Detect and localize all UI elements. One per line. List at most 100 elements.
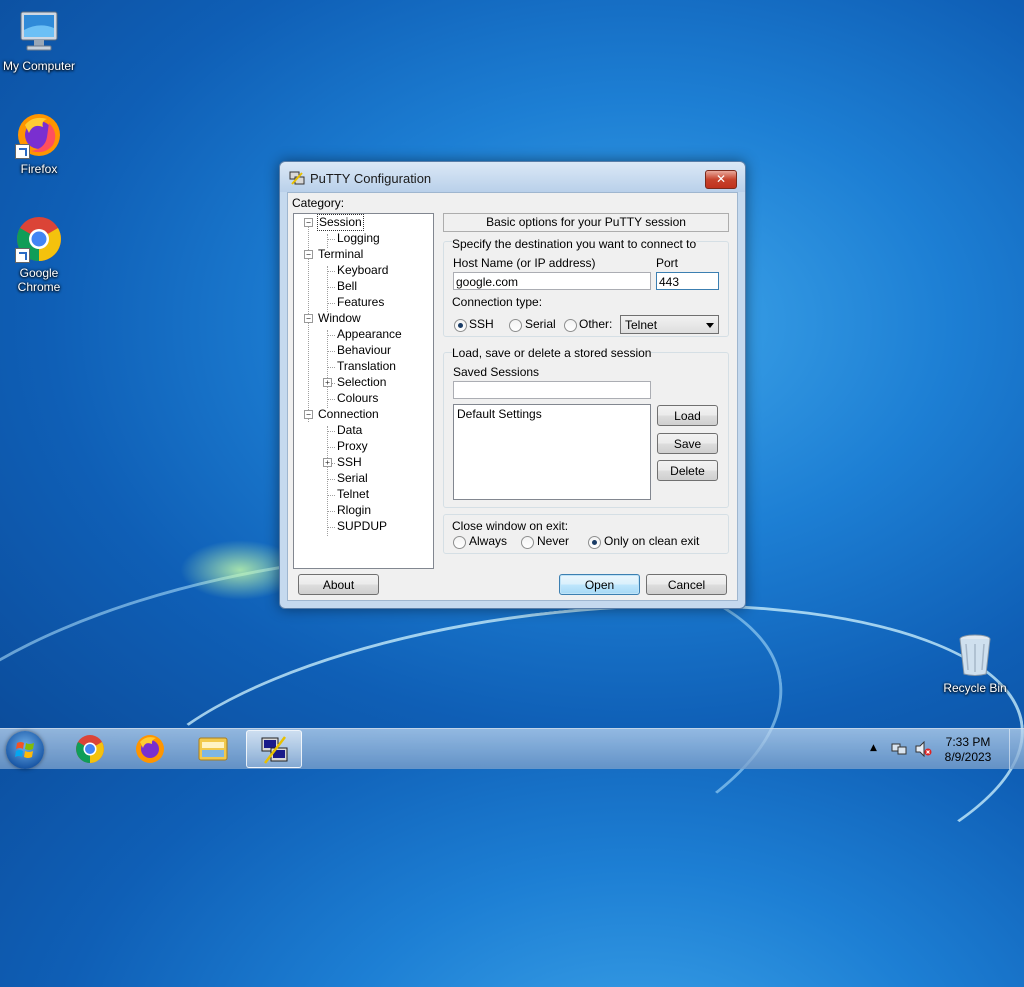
- open-button[interactable]: Open: [559, 574, 640, 595]
- collapse-icon[interactable]: −: [304, 250, 313, 259]
- taskbar-chrome-button[interactable]: [62, 730, 118, 768]
- tree-item-features[interactable]: Features: [337, 295, 384, 310]
- desktop-icon-label: My Computer: [2, 59, 76, 73]
- saved-sessions-input[interactable]: [453, 381, 651, 399]
- panel-header: Basic options for your PuTTY session: [443, 213, 729, 232]
- firefox-icon: [15, 111, 63, 159]
- taskbar-firefox-button[interactable]: [122, 730, 178, 768]
- desktop-icon-label: Google Chrome: [17, 266, 61, 294]
- radio-only-clean-exit[interactable]: [588, 536, 601, 549]
- radio-serial-label: Serial: [525, 317, 556, 331]
- tree-line: [327, 495, 335, 496]
- tree-line: [327, 447, 335, 448]
- category-label: Category:: [292, 196, 345, 210]
- taskbar-explorer-button[interactable]: [185, 730, 241, 768]
- tree-line: [327, 271, 335, 272]
- radio-ssh-label: SSH: [469, 317, 494, 331]
- taskbar: ▲ 7:33 PM 8/9/2023: [0, 728, 1024, 769]
- radio-other[interactable]: [564, 319, 577, 332]
- desktop-icon-label: Recycle Bin: [943, 681, 1007, 695]
- radio-serial[interactable]: [509, 319, 522, 332]
- windows-logo-icon: [15, 742, 34, 758]
- sessions-heading: Load, save or delete a stored session: [452, 346, 652, 360]
- tree-item-behaviour[interactable]: Behaviour: [337, 343, 391, 358]
- tree-item-ssh[interactable]: SSH: [337, 455, 362, 470]
- tree-item-colours[interactable]: Colours: [337, 391, 378, 406]
- radio-always[interactable]: [453, 536, 466, 549]
- port-input[interactable]: 443: [656, 272, 719, 290]
- host-name-input[interactable]: google.com: [453, 272, 651, 290]
- about-button[interactable]: About: [298, 574, 379, 595]
- network-icon[interactable]: [891, 741, 907, 760]
- tree-line: [327, 511, 335, 512]
- tree-line: [327, 303, 335, 304]
- tree-item-rlogin[interactable]: Rlogin: [337, 503, 371, 518]
- desktop-icon-label: Firefox: [20, 162, 58, 176]
- radio-never[interactable]: [521, 536, 534, 549]
- desktop-icon-firefox[interactable]: Firefox: [0, 111, 81, 176]
- category-tree[interactable]: − Session Logging − Terminal Keyboard Bell Feat…: [293, 213, 434, 569]
- chrome-icon: [15, 215, 63, 263]
- collapse-icon[interactable]: −: [304, 314, 313, 323]
- expand-icon[interactable]: +: [323, 458, 332, 467]
- collapse-icon[interactable]: −: [304, 218, 313, 227]
- window-title: PuTTY Configuration: [310, 171, 432, 186]
- desktop-icon-recycle-bin[interactable]: Recycle Bin: [933, 630, 1017, 695]
- chevron-down-icon: [706, 323, 714, 328]
- tree-item-proxy[interactable]: Proxy: [337, 439, 368, 454]
- clock-time: 7:33 PM: [945, 735, 991, 749]
- radio-other-label: Other:: [579, 317, 613, 331]
- dialog-client-area: Category: − Session Logging − Terminal Keyboa…: [287, 192, 738, 601]
- tree-item-window[interactable]: Window: [318, 311, 361, 326]
- title-bar[interactable]: PuTTY Configuration ✕: [280, 162, 745, 192]
- taskbar-putty-button[interactable]: [246, 730, 302, 768]
- tree-item-translation[interactable]: Translation: [337, 359, 396, 374]
- tree-item-supdup[interactable]: SUPDUP: [337, 519, 387, 534]
- tree-item-terminal[interactable]: Terminal: [318, 247, 363, 262]
- list-item[interactable]: Default Settings: [454, 405, 650, 423]
- putty-icon: [289, 171, 305, 185]
- expand-icon[interactable]: +: [323, 378, 332, 387]
- radio-never-label: Never: [537, 534, 570, 548]
- tree-item-connection[interactable]: Connection: [318, 407, 379, 422]
- start-button[interactable]: [6, 731, 44, 769]
- radio-only-clean-exit-label: Only on clean exit: [604, 534, 700, 548]
- firefox-icon: [136, 735, 164, 763]
- close-on-exit-label: Close window on exit:: [452, 519, 569, 533]
- desktop-icon-my-computer[interactable]: My Computer: [0, 8, 81, 73]
- show-hidden-icons-icon[interactable]: ▲: [870, 743, 877, 753]
- tree-line: [327, 330, 328, 408]
- destination-heading: Specify the destination you want to conn…: [452, 237, 697, 251]
- radio-ssh[interactable]: [454, 319, 467, 332]
- load-button[interactable]: Load: [657, 405, 718, 426]
- collapse-icon[interactable]: −: [304, 410, 313, 419]
- explorer-icon: [198, 737, 228, 761]
- delete-button[interactable]: Delete: [657, 460, 718, 481]
- tree-item-telnet[interactable]: Telnet: [337, 487, 369, 502]
- cancel-button[interactable]: Cancel: [646, 574, 727, 595]
- tree-item-keyboard[interactable]: Keyboard: [337, 263, 388, 278]
- tree-line: [327, 367, 335, 368]
- close-button[interactable]: ✕: [705, 170, 737, 189]
- clock[interactable]: 7:33 PM 8/9/2023: [938, 735, 998, 765]
- tree-item-selection[interactable]: Selection: [337, 375, 386, 390]
- tree-line: [327, 431, 335, 432]
- save-button[interactable]: Save: [657, 433, 718, 454]
- tree-item-bell[interactable]: Bell: [337, 279, 357, 294]
- tree-item-data[interactable]: Data: [337, 423, 362, 438]
- tree-line: [327, 527, 335, 528]
- putty-configuration-window[interactable]: PuTTY Configuration ✕ Category: − Session…: [279, 161, 746, 609]
- tree-item-serial[interactable]: Serial: [337, 471, 368, 486]
- tree-item-appearance[interactable]: Appearance: [337, 327, 402, 342]
- chrome-icon: [76, 735, 104, 763]
- desktop-icon-google-chrome[interactable]: Google Chrome: [0, 215, 81, 294]
- volume-muted-icon[interactable]: [914, 740, 932, 760]
- tree-item-session[interactable]: Session: [317, 214, 364, 231]
- tree-line: [327, 351, 335, 352]
- show-desktop-button[interactable]: [1009, 729, 1024, 769]
- tree-item-logging[interactable]: Logging: [337, 231, 380, 246]
- tree-line: [327, 399, 335, 400]
- saved-sessions-list[interactable]: Default Settings: [453, 404, 651, 500]
- other-protocol-select[interactable]: Telnet: [620, 315, 719, 334]
- other-protocol-value: Telnet: [625, 318, 658, 332]
